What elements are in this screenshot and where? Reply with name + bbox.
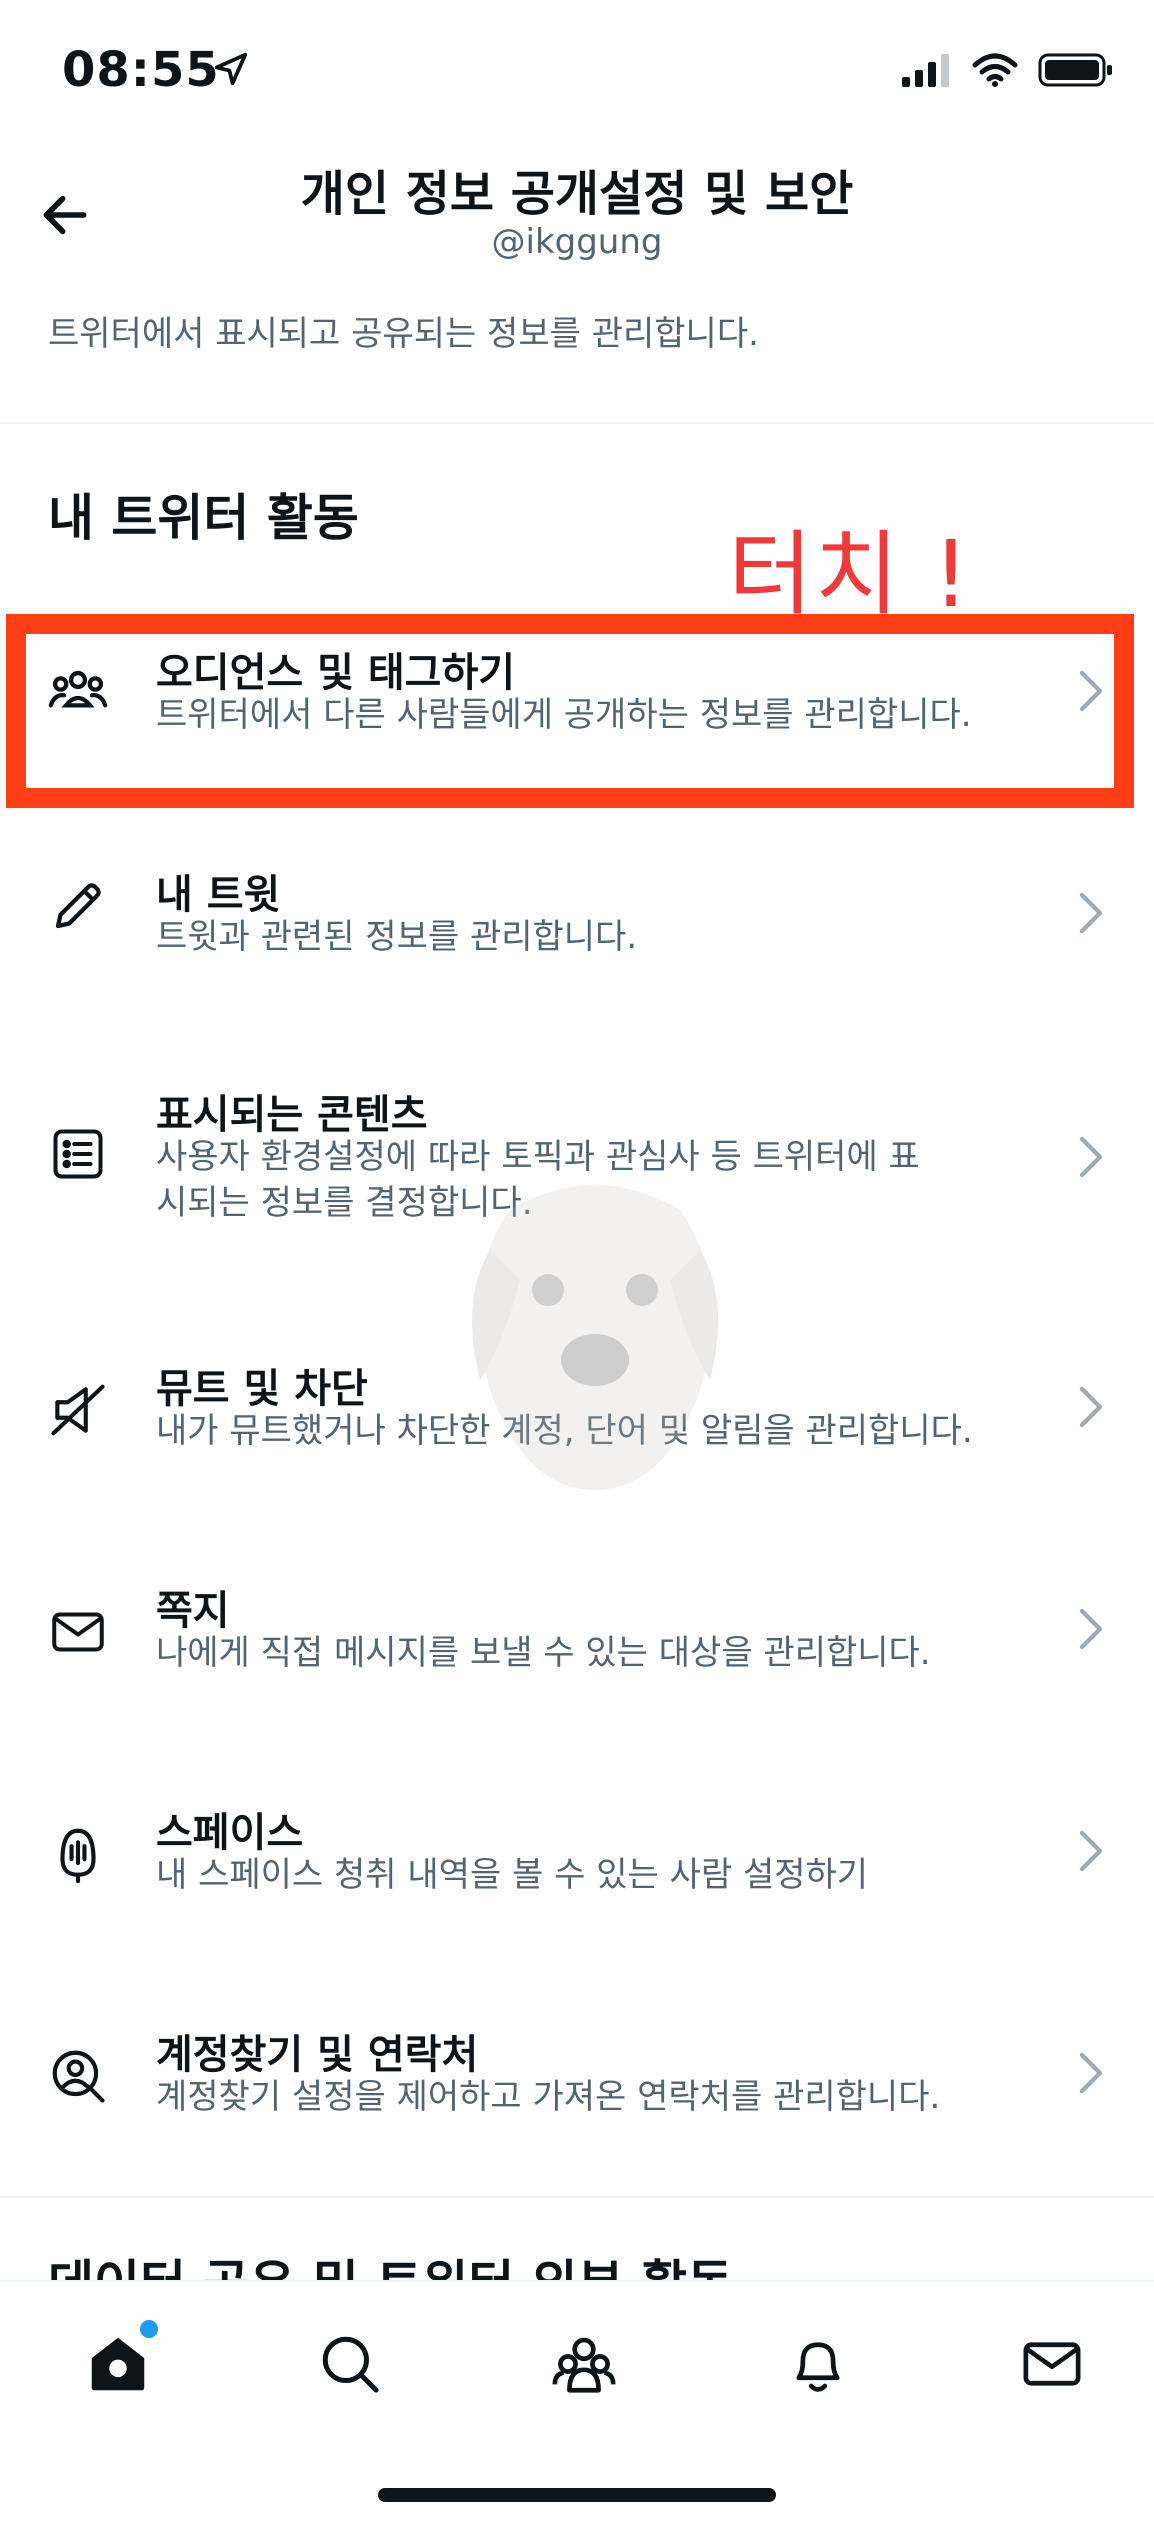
home-icon[interactable]: [80, 2320, 158, 2402]
envelope-icon: [46, 1600, 110, 1664]
wifi-icon: [972, 53, 1018, 87]
messages-icon[interactable]: [1014, 2326, 1090, 2402]
item-title: 오디언스 및 태그하기: [156, 650, 516, 696]
settings-item-my-tweets[interactable]: 내 트윗 트윗과 관련된 정보를 관리합니다.: [0, 834, 1154, 1044]
chevron-right-icon: [1079, 892, 1103, 934]
settings-item-content-you-see[interactable]: 표시되는 콘텐츠 사용자 환경설정에 따라 토픽과 관심사 등 트위터에 표시되…: [0, 1056, 1154, 1266]
item-description: 나에게 직접 메시지를 보낼 수 있는 대상을 관리합니다.: [156, 1633, 931, 1673]
people-icon: [46, 660, 110, 724]
list-icon: [46, 1122, 110, 1186]
item-title: 표시되는 콘텐츠: [156, 1092, 428, 1138]
item-description: 계정찾기 설정을 제어하고 가져온 연락처를 관리합니다.: [156, 2077, 941, 2117]
chevron-right-icon: [1079, 670, 1103, 712]
page-description: 트위터에서 표시되고 공유되는 정보를 관리합니다.: [48, 314, 759, 354]
account-handle: @ikggung: [491, 222, 663, 262]
header: 개인 정보 공개설정 및 보안 @ikggung: [0, 140, 1154, 290]
notifications-icon[interactable]: [780, 2326, 856, 2402]
pencil-icon: [46, 874, 110, 938]
communities-icon[interactable]: [546, 2326, 622, 2402]
chevron-right-icon: [1079, 1608, 1103, 1650]
settings-item-discoverability-contacts[interactable]: 계정찾기 및 연락처 계정찾기 설정을 제어하고 가져온 연락처를 관리합니다.: [0, 1996, 1154, 2206]
search-icon[interactable]: [312, 2326, 388, 2402]
home-indicator: [378, 2488, 776, 2502]
item-title: 내 트윗: [156, 872, 281, 918]
item-title: 쪽지: [156, 1588, 230, 1634]
item-description: 내가 뮤트했거나 차단한 계정, 단어 및 알림을 관리합니다.: [156, 1411, 973, 1451]
item-title: 계정찾기 및 연락처: [156, 2032, 479, 2078]
status-indicators: [902, 52, 1114, 88]
item-description: 내 스페이스 청취 내역을 볼 수 있는 사람 설정하기: [156, 1855, 869, 1895]
settings-item-spaces[interactable]: 스페이스 내 스페이스 청취 내역을 볼 수 있는 사람 설정하기: [0, 1774, 1154, 1984]
battery-icon: [1038, 53, 1112, 87]
notification-dot: [140, 2320, 158, 2338]
location-arrow-icon: [214, 52, 248, 86]
item-description: 트윗과 관련된 정보를 관리합니다.: [156, 917, 638, 957]
status-bar: 08:55: [0, 0, 1154, 150]
divider: [0, 2196, 1154, 2198]
settings-item-direct-messages[interactable]: 쪽지 나에게 직접 메시지를 보낼 수 있는 대상을 관리합니다.: [0, 1552, 1154, 1762]
find-contacts-icon: [46, 2044, 110, 2108]
status-time: 08:55: [62, 42, 220, 98]
mute-icon: [46, 1378, 110, 1442]
chevron-right-icon: [1079, 1136, 1103, 1178]
chevron-right-icon: [1079, 1386, 1103, 1428]
chevron-right-icon: [1079, 1830, 1103, 1872]
section-heading: 내 트위터 활동: [48, 489, 359, 547]
item-title: 뮤트 및 차단: [156, 1366, 368, 1412]
chevron-right-icon: [1079, 2052, 1103, 2094]
page-title: 개인 정보 공개설정 및 보안: [300, 166, 854, 222]
microphone-icon: [46, 1822, 110, 1886]
settings-item-mute-block[interactable]: 뮤트 및 차단 내가 뮤트했거나 차단한 계정, 단어 및 알림을 관리합니다.: [0, 1330, 1154, 1540]
divider: [0, 422, 1154, 424]
section-heading-data-sharing: 데이터 공유 및 트위터 외부 활동: [48, 2244, 733, 2280]
signal-icon: [902, 54, 949, 87]
item-description: 트위터에서 다른 사람들에게 공개하는 정보를 관리합니다.: [156, 695, 972, 735]
item-description: 사용자 환경설정에 따라 토픽과 관심사 등 트위터에 표시되는 정보를 결정합…: [156, 1137, 920, 1223]
settings-item-audience-tagging[interactable]: 오디언스 및 태그하기 트위터에서 다른 사람들에게 공개하는 정보를 관리합니…: [0, 612, 1154, 822]
item-title: 스페이스: [156, 1810, 304, 1856]
